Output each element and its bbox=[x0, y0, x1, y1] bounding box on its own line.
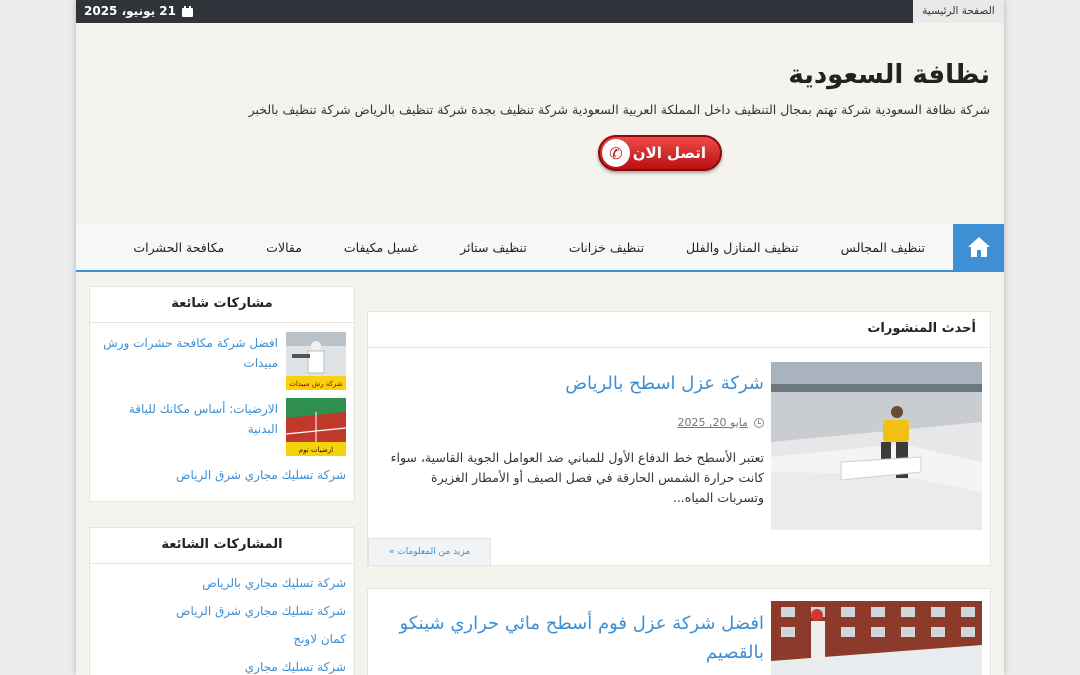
latest-posts-card: أحدث المنشورات شركة عزل اسطح بالرياض ماي… bbox=[367, 311, 991, 566]
popular-post-link[interactable]: شركة تسليك مجاري شرق الرياض bbox=[106, 465, 346, 485]
site-description: شركة نظافة السعودية شركة تهتم بمجال التن… bbox=[248, 102, 990, 117]
current-date: 21 يونيو، 2025 bbox=[84, 0, 193, 23]
nav-item-articles[interactable]: مقالات bbox=[245, 240, 323, 255]
nav-item-curtains[interactable]: تنظيف ستائر bbox=[439, 240, 548, 255]
popular-posts-2-title: المشاركات الشائعة bbox=[90, 528, 354, 564]
phone-icon: ✆ bbox=[602, 139, 630, 167]
site-title[interactable]: نظافة السعودية bbox=[788, 60, 990, 90]
nav-home-button[interactable] bbox=[953, 224, 1004, 270]
nav-item-pest-control[interactable]: مكافحة الحشرات bbox=[112, 240, 245, 255]
post-title[interactable]: افضل شركة عزل فوم أسطح مائي حراري شينكو … bbox=[384, 609, 764, 667]
popular-post-link[interactable]: الارضيات: أساس مكانك للياقة البدنية bbox=[98, 399, 278, 439]
page-container: الصفحة الرئيسية 21 يونيو، 2025 نظافة الس… bbox=[76, 0, 1004, 675]
nav-item-majalis[interactable]: تنظيف المجالس bbox=[820, 240, 946, 255]
popular-post-link[interactable]: كمان لاونج bbox=[106, 629, 346, 649]
top-home-link[interactable]: الصفحة الرئيسية bbox=[913, 0, 1004, 23]
calendar-icon bbox=[181, 6, 193, 17]
date-text: 21 يونيو، 2025 bbox=[84, 4, 176, 18]
popular-posts-widget-2: المشاركات الشائعة شركة تسليك مجاري بالري… bbox=[89, 527, 355, 675]
thumb-caption: شركة رش مبيدات bbox=[289, 380, 343, 388]
popular-post-link[interactable]: شركة تسليك مجاري بالرياض bbox=[106, 573, 346, 593]
latest-posts-title: أحدث المنشورات bbox=[368, 312, 990, 348]
post-thumbnail[interactable]: شركة رش مبيدات bbox=[286, 332, 346, 390]
post-title[interactable]: شركة عزل اسطح بالرياض bbox=[384, 370, 764, 398]
nav-menu: تنظيف المجالس تنظيف المنازل والفلل تنظيف… bbox=[112, 224, 946, 270]
post-thumbnail[interactable] bbox=[771, 601, 982, 675]
post-thumbnail[interactable]: ارضيات نوم bbox=[286, 398, 346, 456]
main-navigation: تنظيف المجالس تنظيف المنازل والفلل تنظيف… bbox=[76, 224, 1004, 272]
post-card: افضل شركة عزل فوم أسطح مائي حراري شينكو … bbox=[367, 588, 991, 675]
call-now-label: اتصل الان bbox=[632, 144, 706, 162]
popular-post-link[interactable]: شركة تسليك مجاري شرق الرياض bbox=[106, 601, 346, 621]
nav-item-ac[interactable]: غسيل مكيفات bbox=[323, 240, 439, 255]
home-icon bbox=[967, 237, 990, 257]
post-meta: مايو 20, 2025 bbox=[678, 416, 764, 429]
popular-post-link[interactable]: افضل شركة مكافحة حشرات ورش مبيدات bbox=[98, 333, 278, 373]
thumb-caption: ارضيات نوم bbox=[299, 446, 333, 454]
nav-item-tanks[interactable]: تنظيف خزانات bbox=[548, 240, 665, 255]
popular-posts-widget: مشاركات شائعة شركة رش مبيدات افضل شركة م… bbox=[89, 286, 355, 502]
nav-item-houses[interactable]: تنظيف المنازل والفلل bbox=[665, 240, 820, 255]
read-more-button[interactable]: مزيد من المعلومات » bbox=[368, 538, 491, 566]
post-thumbnail[interactable] bbox=[771, 362, 982, 530]
call-now-button[interactable]: اتصل الان ✆ bbox=[598, 135, 722, 171]
popular-post-link[interactable]: شركة تسليك مجاري bbox=[106, 657, 346, 675]
popular-posts-title: مشاركات شائعة bbox=[90, 287, 354, 323]
clock-icon bbox=[754, 417, 764, 428]
top-bar: الصفحة الرئيسية 21 يونيو، 2025 bbox=[76, 0, 1004, 23]
post-excerpt: تعتبر الأسطح خط الدفاع الأول للمباني ضد … bbox=[390, 450, 764, 505]
post-date[interactable]: مايو 20, 2025 bbox=[678, 416, 748, 429]
